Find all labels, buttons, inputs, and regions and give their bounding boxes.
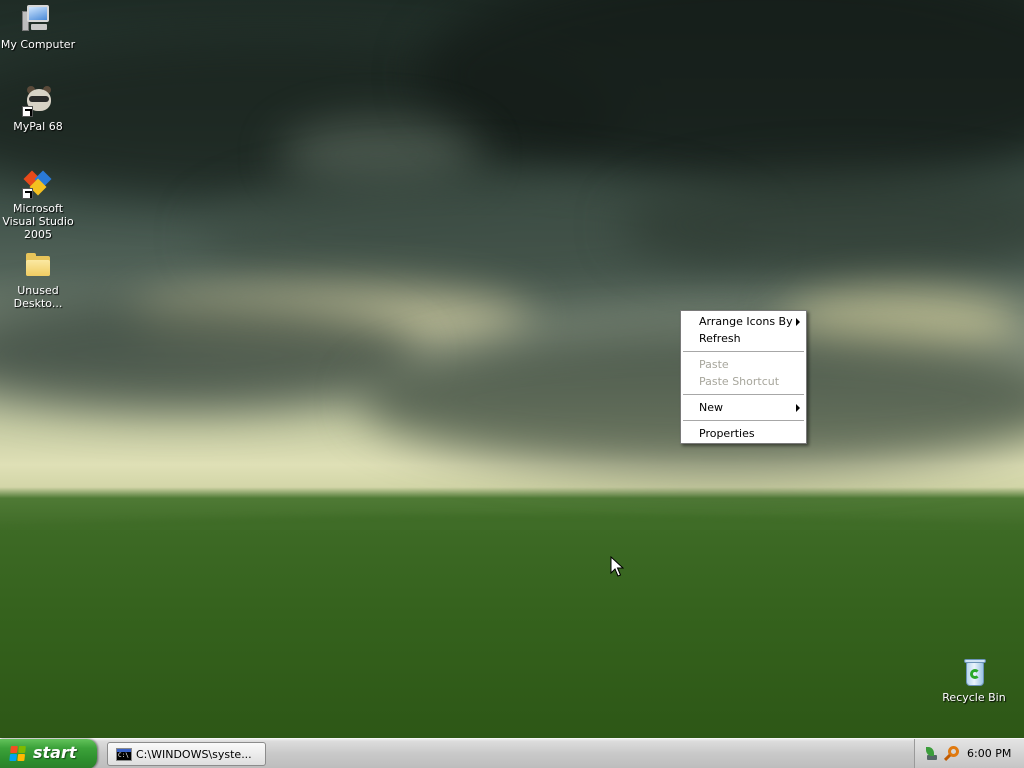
computer-icon bbox=[22, 3, 54, 35]
taskbar: start C:\WINDOWS\syste... 6:00 PM bbox=[0, 738, 1024, 768]
menu-separator bbox=[681, 390, 806, 399]
desktop-icon-recycle-bin[interactable]: Recycle Bin bbox=[936, 656, 1012, 704]
menu-separator bbox=[681, 416, 806, 425]
menu-item-properties[interactable]: Properties bbox=[681, 425, 806, 442]
menu-item-label: Arrange Icons By bbox=[699, 315, 793, 328]
submenu-arrow-icon bbox=[796, 318, 800, 326]
desktop-icon-label: Microsoft Visual Studio 2005 bbox=[2, 202, 74, 241]
folder-icon bbox=[22, 249, 54, 281]
recycle-bin-icon bbox=[958, 656, 990, 688]
network-plant-icon[interactable] bbox=[924, 747, 938, 761]
desktop-icon-mypal[interactable]: MyPal 68 bbox=[0, 85, 76, 133]
desktop-context-menu: Arrange Icons By Refresh Paste Paste Sho… bbox=[680, 310, 807, 444]
menu-item-refresh[interactable]: Refresh bbox=[681, 330, 806, 347]
start-button[interactable]: start bbox=[0, 739, 97, 768]
menu-item-paste-shortcut[interactable]: Paste Shortcut bbox=[681, 373, 806, 390]
search-tray-icon[interactable] bbox=[943, 746, 960, 762]
start-label: start bbox=[33, 743, 77, 762]
menu-item-label: Properties bbox=[699, 427, 755, 440]
system-tray: 6:00 PM bbox=[914, 739, 1024, 768]
menu-item-arrange-icons-by[interactable]: Arrange Icons By bbox=[681, 313, 806, 330]
menu-item-label: Refresh bbox=[699, 332, 741, 345]
command-prompt-icon bbox=[116, 748, 132, 761]
shortcut-arrow-icon bbox=[22, 188, 33, 199]
raccoon-icon bbox=[22, 85, 54, 117]
menu-item-label: New bbox=[699, 401, 723, 414]
desktop-icon-visual-studio[interactable]: Microsoft Visual Studio 2005 bbox=[0, 167, 76, 241]
mouse-cursor-icon bbox=[610, 556, 624, 577]
shortcut-arrow-icon bbox=[22, 106, 33, 117]
desktop-icon-unused-desktop[interactable]: Unused Deskto... bbox=[0, 249, 76, 310]
submenu-arrow-icon bbox=[796, 404, 800, 412]
taskbar-button-label: C:\WINDOWS\syste... bbox=[136, 748, 252, 761]
desktop-wallpaper[interactable]: My Computer MyPal 68 Microsoft Visual St… bbox=[0, 0, 1024, 738]
windows-logo-icon bbox=[9, 746, 28, 763]
menu-separator bbox=[681, 347, 806, 356]
menu-item-new[interactable]: New bbox=[681, 399, 806, 416]
grass-field bbox=[0, 530, 1024, 738]
desktop-icon-label: MyPal 68 bbox=[13, 120, 63, 133]
taskbar-button-command-prompt[interactable]: C:\WINDOWS\syste... bbox=[107, 742, 266, 766]
desktop-icon-label: My Computer bbox=[0, 38, 76, 51]
desktop-icon-my-computer[interactable]: My Computer bbox=[0, 3, 76, 51]
visual-studio-icon bbox=[22, 167, 54, 199]
menu-item-paste[interactable]: Paste bbox=[681, 356, 806, 373]
menu-item-label: Paste bbox=[699, 358, 729, 371]
desktop-icon-label: Recycle Bin bbox=[942, 691, 1006, 704]
tray-clock[interactable]: 6:00 PM bbox=[967, 747, 1011, 760]
desktop-icon-label: Unused Deskto... bbox=[13, 284, 63, 310]
menu-item-label: Paste Shortcut bbox=[699, 375, 780, 388]
